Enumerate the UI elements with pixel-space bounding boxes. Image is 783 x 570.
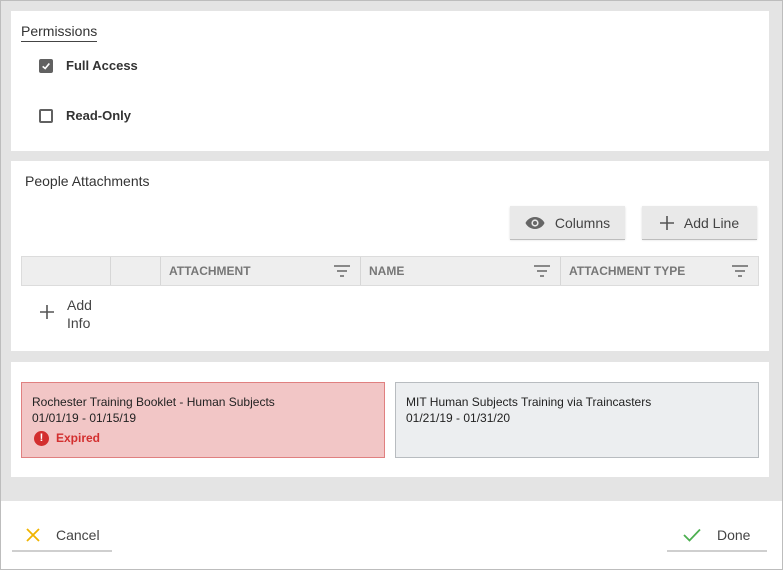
dialog-footer: Cancel Done [1, 501, 782, 569]
training-title: Rochester Training Booklet - Human Subje… [32, 395, 275, 409]
training-dates: 01/01/19 - 01/15/19 [32, 411, 137, 425]
alert-icon: ! [34, 430, 49, 446]
cancel-button[interactable]: Cancel [12, 520, 112, 552]
read-only-label: Read-Only [66, 108, 132, 123]
training-title: MIT Human Subjects Training via Traincas… [406, 395, 652, 409]
status-label: Expired [56, 431, 101, 445]
plus-icon [659, 215, 674, 230]
read-only-checkbox[interactable] [39, 108, 53, 123]
add-info-button[interactable]: Add Info [39, 296, 107, 332]
done-button[interactable]: Done [667, 520, 767, 552]
done-label: Done [717, 527, 751, 543]
add-info-label: Add Info [67, 297, 92, 331]
permissions-section: Permissions Full Access Read-Only [11, 11, 769, 151]
add-line-button[interactable]: Add Line [642, 206, 757, 239]
plus-icon [39, 304, 55, 325]
permissions-title: Permissions [21, 23, 98, 42]
column-header-attachment-type[interactable]: ATTACHMENT TYPE [561, 257, 758, 285]
full-access-option[interactable]: Full Access [39, 58, 138, 73]
column-header-attachment-label: ATTACHMENT [169, 264, 251, 278]
columns-label: Columns [554, 214, 611, 231]
column-header-attachment-type-label: ATTACHMENT TYPE [569, 264, 686, 278]
dialog-frame: Permissions Full Access Read-Only People… [0, 0, 783, 570]
training-dates: 01/21/19 - 01/31/20 [406, 411, 511, 425]
filter-icon[interactable] [534, 265, 550, 280]
column-header-attachment[interactable]: ATTACHMENT [161, 257, 361, 285]
column-header-actions [111, 257, 161, 285]
full-access-checkbox[interactable] [39, 58, 53, 73]
column-header-name[interactable]: NAME [361, 257, 561, 285]
people-attachments-section: People Attachments Columns Add Line ATTA… [11, 161, 769, 351]
status-badge: ! Expired [32, 430, 374, 446]
columns-button[interactable]: Columns [510, 206, 625, 239]
column-header-select [22, 257, 111, 285]
eye-icon [525, 216, 545, 230]
training-records-section: Rochester Training Booklet - Human Subje… [11, 362, 769, 477]
people-attachments-title: People Attachments [25, 173, 150, 189]
close-icon [26, 528, 40, 542]
column-header-name-label: NAME [369, 264, 405, 278]
filter-icon[interactable] [334, 265, 350, 280]
check-icon [683, 528, 701, 542]
checkmark-icon [42, 62, 50, 70]
add-line-label: Add Line [683, 214, 740, 231]
attachments-table-header: ATTACHMENT NAME ATTACHMENT TYPE [21, 256, 759, 286]
cancel-label: Cancel [56, 527, 100, 543]
training-card[interactable]: MIT Human Subjects Training via Traincas… [395, 382, 759, 458]
filter-icon[interactable] [732, 265, 748, 280]
full-access-label: Full Access [66, 58, 138, 73]
training-card-expired[interactable]: Rochester Training Booklet - Human Subje… [21, 382, 385, 458]
read-only-option[interactable]: Read-Only [39, 108, 131, 123]
